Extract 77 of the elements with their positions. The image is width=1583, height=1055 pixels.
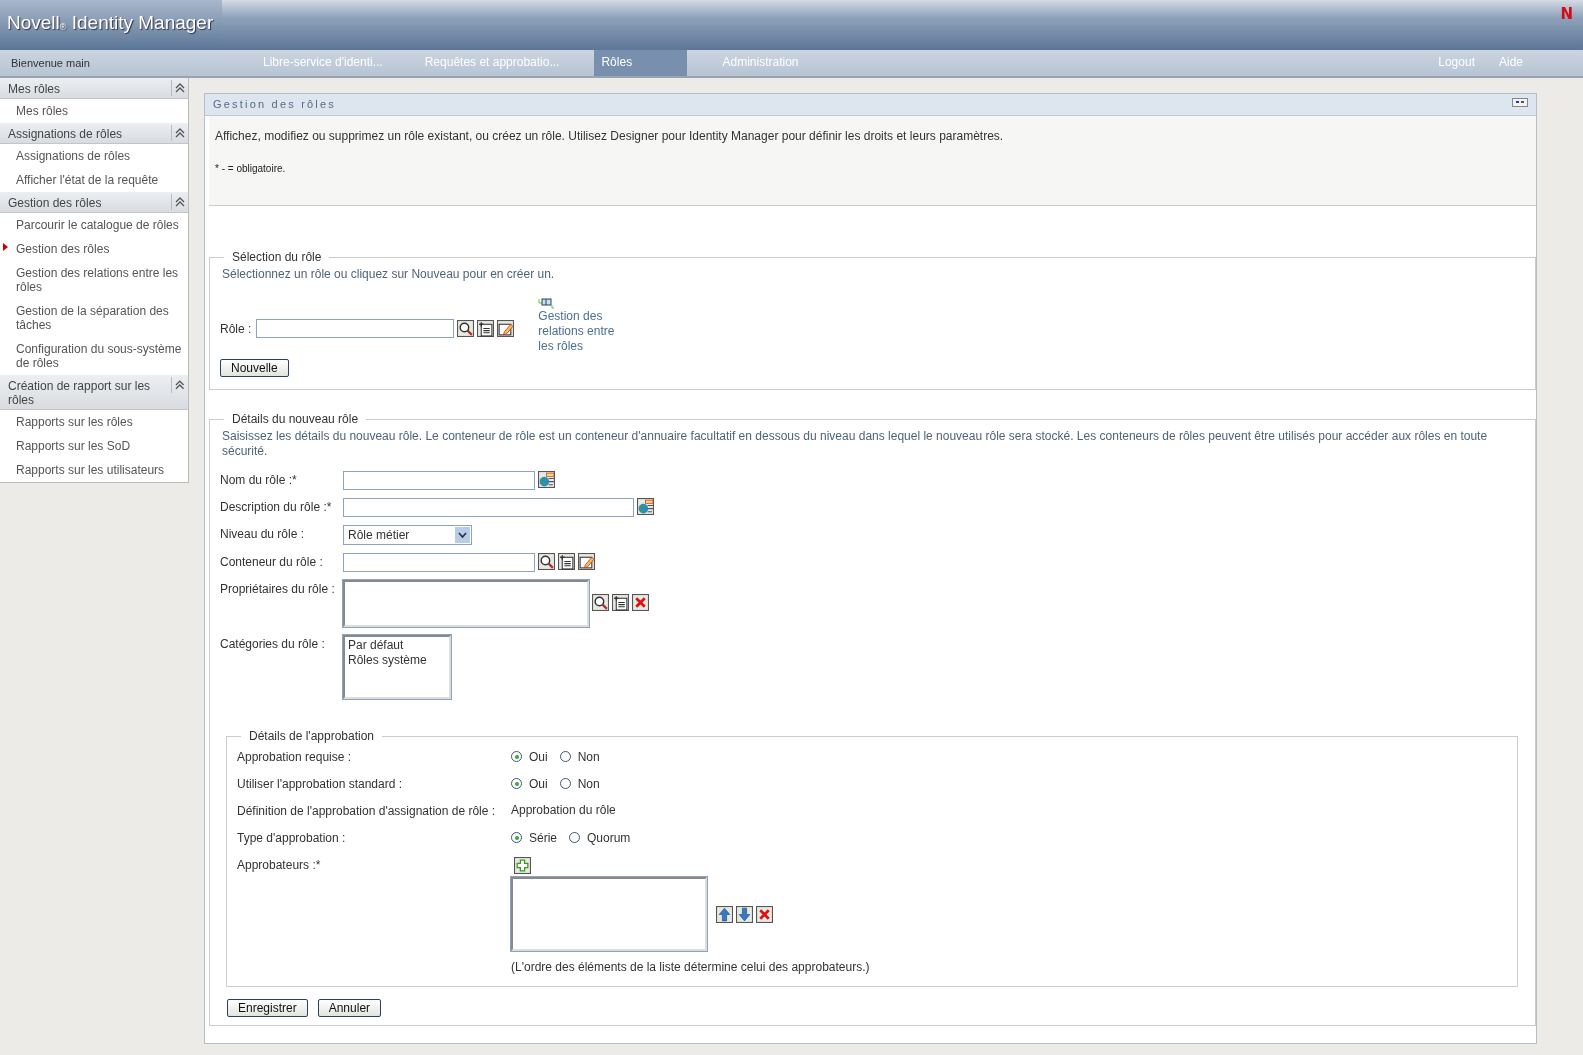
sidebar-item[interactable]: Configuration du sous-système de rôles [0,337,188,375]
radio-button[interactable] [511,751,522,762]
field-label: Description du rôle :* [220,499,333,516]
list-icon[interactable] [612,594,629,611]
list-icon[interactable] [558,553,575,570]
form-button[interactable]: Enregistrer [227,999,308,1017]
sidebar-item[interactable]: Rapports sur les utilisateurs [0,458,188,482]
list-icon[interactable] [477,320,495,337]
radio-label[interactable]: Oui [529,749,548,764]
field-label: Niveau du rôle : [220,526,306,543]
relations-icon[interactable] [538,297,556,309]
sidebar-item[interactable]: Mes rôles [0,99,188,123]
welcome-text: Bienvenue main [10,56,91,71]
field-label: Catégories du rôle : [220,636,326,653]
intro-text: Affichez, modifiez ou supprimez un rôle existant, ou créez un rôle. Utilisez Designer pour Identity Manager pour définir les droits et leurs paramètres. [215,129,1004,143]
search-icon[interactable] [538,553,555,570]
field-label: Nom du rôle :* [220,472,298,489]
list-box[interactable]: Par défaut Rôles système [343,635,451,699]
field-label: Définition de l'approbation d'assignation de rôle : [237,803,497,818]
brand-logo: N [1560,4,1574,25]
list-box[interactable] [511,877,707,951]
radio-label[interactable]: Série [529,830,557,845]
sidebar-item[interactable]: Assignations de rôles [0,144,188,168]
form-button[interactable]: Annuler [317,999,382,1017]
hint-text: Saisissez les détails du nouveau rôle. Le conteneur de rôle est un conteneur d'annuaire facultatif en dessous du niveau dans lequel le nouveau rôle sera stocké. Les conteneurs de rôles peuvent être utilisés pour accéder aux rôles en toute sécurité. [221,429,1489,459]
text-input[interactable] [343,498,634,517]
down-arrow-icon[interactable] [736,905,753,923]
list-option[interactable]: Rôles système [348,653,446,668]
up-arrow-icon[interactable] [716,905,733,923]
radio-button[interactable] [511,778,522,789]
sidebar-item[interactable]: Rapports sur les SoD [0,434,188,458]
sidebar-item[interactable]: Rapports sur les rôles [0,410,188,434]
text-input[interactable] [343,553,535,572]
text-input[interactable] [343,471,535,490]
field-label: Approbation requise : [237,749,353,764]
field-label: Utiliser l'approbation standard : [237,776,404,791]
globe-list-icon[interactable] [538,471,555,488]
delete-icon[interactable] [756,905,773,923]
radio-label[interactable]: Quorum [587,830,631,845]
sidebar-item[interactable]: Gestion de la séparation des tâches [0,299,188,337]
radio-button[interactable] [559,778,571,789]
pencil-icon[interactable] [497,320,515,337]
radio-button[interactable] [569,832,580,843]
sidebar-item[interactable]: Afficher l'état de la requête [0,168,188,192]
section-legend: Sélection du rôle [224,250,330,264]
section-legend: Détails de l'approbation [241,729,383,743]
field-label: Propriétaires du rôle : [220,581,336,598]
sidebar-item[interactable]: Gestion des relations entre les rôles [0,261,188,299]
sidebar-item[interactable]: Parcourir le catalogue de rôles [0,213,188,237]
panel-menu-icon[interactable] [1512,98,1528,107]
list-option[interactable]: Par défaut [348,638,446,653]
field-value: Approbation du rôle [511,803,616,818]
text-input[interactable] [256,319,455,338]
relations-link[interactable]: Gestion des relations entre les rôles [538,309,624,354]
radio-label[interactable]: Non [577,749,600,764]
globe-list-icon[interactable] [637,498,654,515]
pencil-icon[interactable] [578,553,595,570]
sidebar-item[interactable]: Gestion des rôles [0,237,188,261]
required-note: * - = obligatoire. [215,163,287,174]
add-icon[interactable] [514,857,531,874]
field-label: Conteneur du rôle : [220,554,324,571]
radio-button[interactable] [559,751,571,762]
panel-title: Gestion des rôles [213,98,336,111]
delete-icon[interactable] [632,594,649,611]
search-icon[interactable] [457,320,475,337]
radio-label[interactable]: Non [577,776,600,791]
radio-button[interactable] [511,832,522,843]
field-label: Rôle : [220,321,252,336]
field-label: Approbateurs :* [237,857,322,874]
section-legend: Détails du nouveau rôle [224,412,367,426]
hint-text: Sélectionnez un rôle ou cliquez sur Nouveau pour en créer un. [221,267,556,282]
search-icon[interactable] [592,594,609,611]
dropdown[interactable]: Rôle métier [343,525,472,545]
help-note: (L'ordre des éléments de la liste détermine celui des approbateurs.) [511,960,870,974]
radio-label[interactable]: Oui [529,776,548,791]
field-label: Type d'approbation : [237,830,347,845]
new-button[interactable]: Nouvelle [220,359,289,377]
